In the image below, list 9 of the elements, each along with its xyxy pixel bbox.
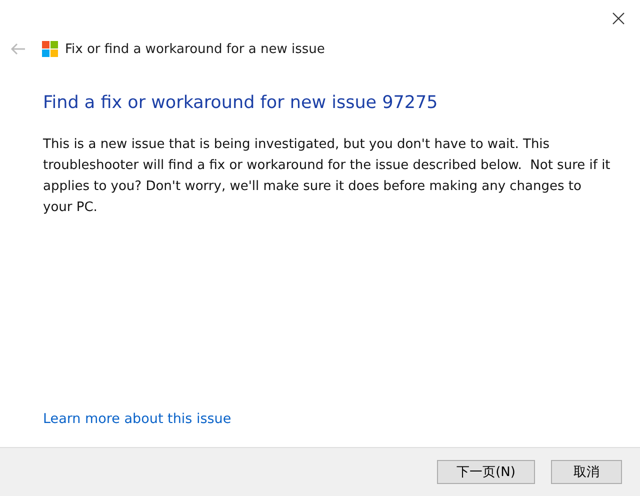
page-heading: Find a fix or workaround for new issue 97275	[43, 93, 439, 113]
logo-icon	[42, 41, 58, 57]
back-arrow-icon	[10, 42, 26, 56]
cancel-button[interactable]: 取消	[551, 460, 622, 484]
close-icon	[612, 12, 624, 24]
next-button[interactable]: 下一页(N)	[437, 460, 535, 484]
window-title: Fix or find a workaround for a new issue	[65, 42, 325, 56]
learn-more-link[interactable]: Learn more about this issue	[43, 411, 232, 427]
description-text: This is a new issue that is being investigated, but you don't have to wait. This troubleshooter will find a fix or workaround for the issue described below. Not sure if it applies to you? Don't worry, we'll make sure it does before making any changes to your PC.	[43, 136, 611, 217]
